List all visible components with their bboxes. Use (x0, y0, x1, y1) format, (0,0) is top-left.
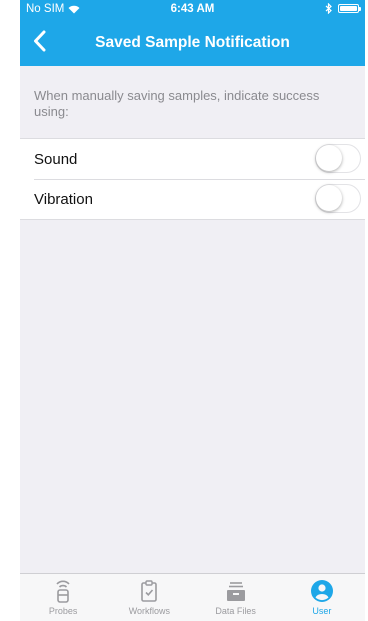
files-icon (225, 579, 247, 603)
navigation-bar: Saved Sample Notification (20, 20, 365, 66)
status-time: 6:43 AM (170, 3, 215, 15)
probe-icon (53, 579, 73, 603)
tab-data-files[interactable]: Data Files (193, 574, 279, 621)
tab-label-user: User (312, 606, 332, 616)
page-title: Saved Sample Notification (95, 34, 290, 51)
tab-user[interactable]: User (279, 574, 365, 621)
tab-probes[interactable]: Probes (20, 574, 106, 621)
tab-label-workflows: Workflows (128, 606, 171, 616)
sound-toggle[interactable] (315, 144, 361, 173)
section-header: When manually saving samples, indicate s… (34, 88, 320, 119)
clipboard-icon (139, 579, 159, 603)
tab-label-probes: Probes (48, 606, 78, 616)
page: No SIM 6:43 AM Saved Sample Notification… (0, 0, 368, 621)
battery-icon (338, 4, 361, 13)
setting-label-vibration: Vibration (34, 190, 93, 208)
tab-bar: Probes Workflows Data Files User (20, 573, 365, 621)
toggle-knob (316, 185, 342, 211)
bluetooth-icon (325, 3, 332, 14)
settings-list: Sound Vibration (20, 138, 365, 220)
setting-row-sound: Sound (20, 139, 365, 179)
vibration-toggle[interactable] (315, 184, 361, 213)
tab-workflows[interactable]: Workflows (106, 574, 192, 621)
tab-label-data-files: Data Files (215, 606, 256, 616)
setting-row-vibration: Vibration (20, 179, 365, 219)
user-icon (310, 579, 334, 603)
toggle-knob (316, 145, 342, 171)
status-right (325, 3, 361, 14)
phone-screen: No SIM 6:43 AM Saved Sample Notification… (20, 0, 365, 621)
setting-label-sound: Sound (34, 150, 78, 168)
status-bar: No SIM 6:43 AM (20, 0, 365, 20)
